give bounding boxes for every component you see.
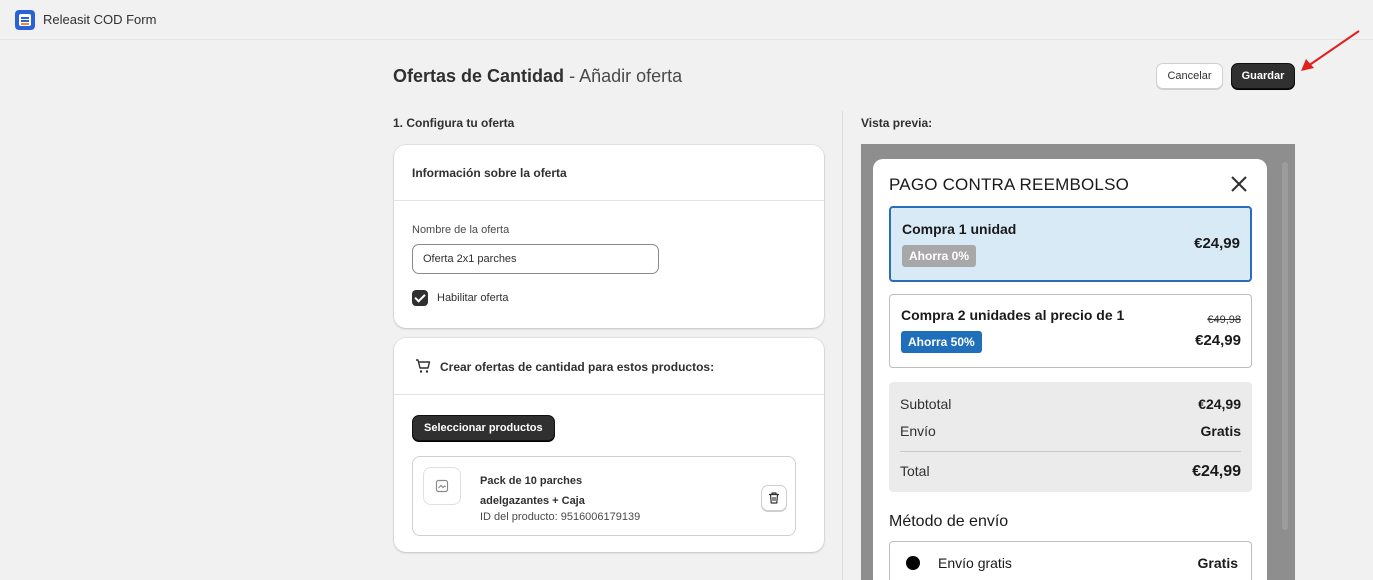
offer-price: €24,99: [1195, 332, 1241, 349]
product-id: ID del producto: 9516006179139: [480, 511, 641, 523]
annotation-arrow-icon: [1301, 30, 1360, 71]
close-icon[interactable]: [1230, 175, 1248, 193]
shipping-option-value: Gratis: [1197, 555, 1238, 571]
product-name: Pack de 10 parches adelgazantes + Caja: [480, 471, 640, 511]
offer-option-1[interactable]: Compra 1 unidad Ahorra 0% €24,99: [889, 206, 1252, 282]
cart-icon: [416, 359, 431, 373]
preview-scrollbar[interactable]: [1282, 162, 1288, 530]
delete-product-button[interactable]: [761, 485, 787, 511]
offer-price: €24,99: [1194, 235, 1240, 252]
app-title: Releasit COD Form: [43, 12, 157, 27]
offer-info-title: Información sobre la oferta: [394, 145, 824, 201]
app-logo-icon: [15, 9, 35, 30]
shipping-radio[interactable]: [906, 556, 920, 570]
config-section-label: 1. Configura tu oferta: [393, 116, 515, 130]
offer-title: Compra 1 unidad: [902, 221, 1017, 237]
cancel-button[interactable]: Cancelar: [1156, 63, 1223, 89]
order-summary: Subtotal €24,99 Envío Gratis Total €24,9…: [889, 382, 1252, 492]
cod-form-modal: PAGO CONTRA REEMBOLSO Compra 1 unidad Ah…: [873, 159, 1267, 580]
shipping-value: Gratis: [1200, 423, 1241, 439]
trash-icon: [769, 492, 779, 504]
shipping-option-label: Envío gratis: [938, 555, 1012, 571]
product-thumbnail: [423, 467, 461, 505]
image-placeholder-icon: [435, 479, 449, 493]
offer-name-input[interactable]: [412, 244, 659, 274]
subtotal-label: Subtotal: [900, 396, 952, 412]
page-title: Ofertas de Cantidad - Añadir oferta: [393, 66, 682, 87]
total-row: Total €24,99: [900, 463, 1241, 481]
offer-info-card: Información sobre la oferta Nombre de la…: [394, 145, 824, 328]
enable-offer-checkbox[interactable]: [412, 290, 428, 306]
product-item: Pack de 10 parches adelgazantes + Caja I…: [412, 456, 796, 536]
discount-badge: Ahorra 0%: [902, 245, 977, 267]
offer-name-label: Nombre de la oferta: [412, 224, 510, 236]
total-value: €24,99: [1192, 463, 1241, 480]
subtotal-value: €24,99: [1198, 396, 1241, 412]
products-card-title: Crear ofertas de cantidad para estos pro…: [440, 360, 715, 374]
top-bar: Releasit COD Form: [0, 0, 1373, 40]
shipping-option[interactable]: Envío gratis Gratis: [889, 541, 1252, 580]
shipping-label: Envío: [900, 423, 936, 439]
subtotal-row: Subtotal €24,99: [900, 396, 1241, 412]
offer-option-2[interactable]: Compra 2 unidades al precio de 1 Ahorra …: [889, 294, 1252, 368]
product-name-line2: adelgazantes + Caja: [480, 495, 585, 507]
column-divider: [842, 111, 843, 580]
total-label: Total: [900, 463, 930, 479]
products-card: Crear ofertas de cantidad para estos pro…: [394, 338, 824, 552]
offer-old-price: €49,98: [1207, 314, 1241, 326]
preview-panel: PAGO CONTRA REEMBOLSO Compra 1 unidad Ah…: [861, 144, 1295, 580]
page-title-sub: - Añadir oferta: [569, 66, 683, 86]
preview-section-label: Vista previa:: [861, 116, 933, 130]
shipping-method-title: Método de envío: [889, 513, 1009, 530]
modal-title: PAGO CONTRA REEMBOLSO: [889, 175, 1130, 194]
enable-offer-label: Habilitar oferta: [437, 292, 509, 304]
select-products-button[interactable]: Seleccionar productos: [412, 415, 555, 441]
offer-title: Compra 2 unidades al precio de 1: [901, 307, 1125, 323]
page-title-main: Ofertas de Cantidad: [393, 66, 565, 86]
discount-badge: Ahorra 50%: [901, 331, 982, 353]
save-button[interactable]: Guardar: [1231, 63, 1295, 89]
product-name-line1: Pack de 10 parches: [480, 475, 583, 487]
summary-divider: [900, 451, 1241, 452]
shipping-row: Envío Gratis: [900, 423, 1241, 439]
